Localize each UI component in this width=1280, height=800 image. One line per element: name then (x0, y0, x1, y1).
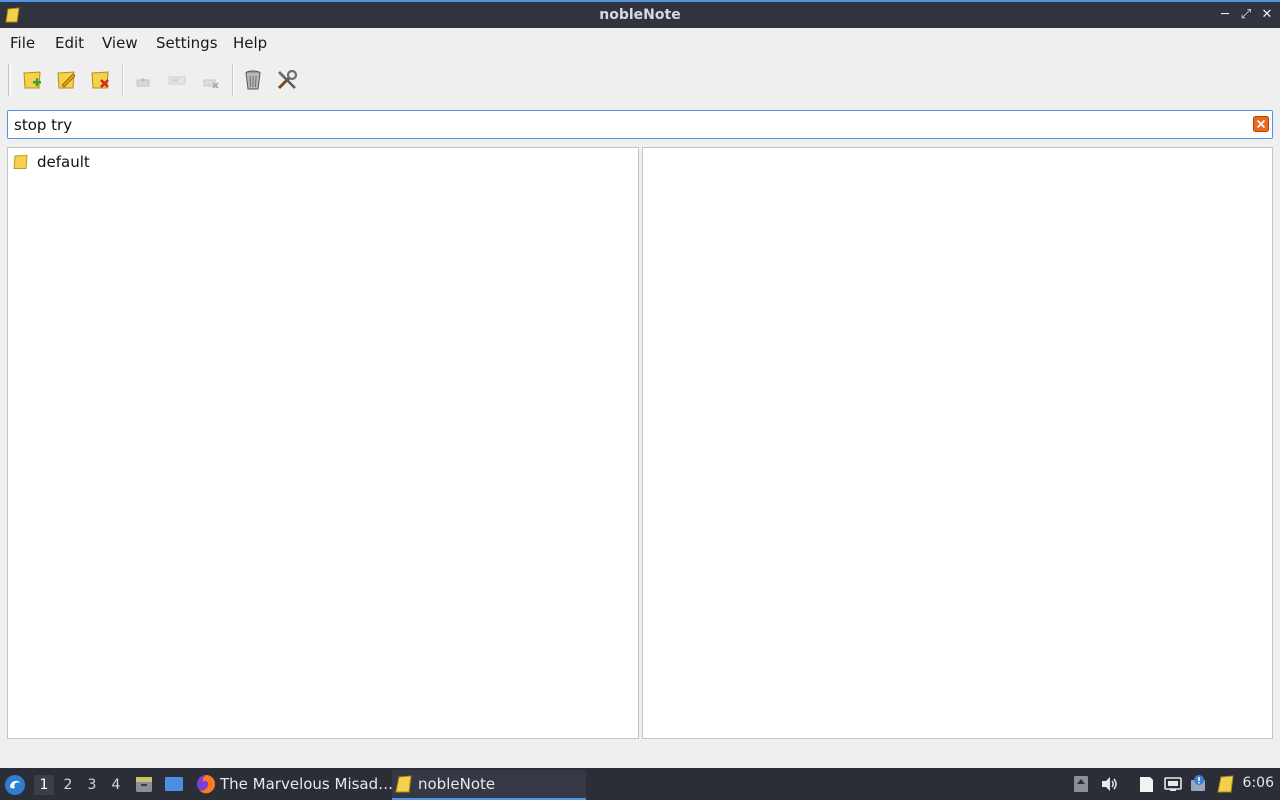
menu-settings[interactable]: Settings (154, 34, 220, 52)
search-input[interactable] (14, 115, 1234, 135)
folder-item-default[interactable]: default (12, 152, 312, 172)
trash-button[interactable] (238, 65, 268, 95)
clipboard-icon[interactable] (1071, 774, 1091, 794)
rename-folder-button[interactable] (52, 65, 82, 95)
toolbar-separator (232, 64, 234, 96)
task-firefox[interactable]: The Marvelous Misad… (194, 770, 393, 798)
start-menu-icon[interactable] (4, 774, 26, 796)
maximize-button[interactable]: ⤢ (1236, 5, 1256, 25)
workspace-1[interactable]: 1 (34, 775, 54, 795)
clock[interactable]: 6:06 (1243, 775, 1274, 791)
note-app-icon (395, 775, 412, 793)
taskbar: 1 2 3 4 The Marvelous Misad… nobleNote 6… (0, 768, 1280, 800)
new-folder-button[interactable] (18, 65, 48, 95)
menu-help[interactable]: Help (231, 34, 269, 52)
task-label: The Marvelous Misad… (220, 775, 394, 793)
preferences-button[interactable] (272, 65, 302, 95)
close-button[interactable]: ✕ (1257, 5, 1277, 25)
menu-file[interactable]: File (8, 34, 37, 52)
search-box[interactable] (7, 110, 1273, 139)
delete-note-icon (203, 79, 219, 89)
minimize-button[interactable]: ─ (1215, 5, 1235, 25)
rename-note-icon (168, 76, 186, 85)
toolbar (0, 60, 1280, 102)
folder-tree-pane[interactable]: default (7, 147, 639, 739)
show-desktop-icon[interactable] (164, 774, 184, 794)
delete-note-button[interactable] (196, 65, 226, 95)
workspace-4[interactable]: 4 (106, 775, 126, 795)
new-note-icon (136, 78, 150, 87)
notes-tray-icon[interactable] (1136, 774, 1156, 794)
rename-folder-icon (57, 71, 76, 89)
menu-edit[interactable]: Edit (53, 34, 86, 52)
workspace-2[interactable]: 2 (58, 775, 78, 795)
clear-search-icon[interactable] (1253, 116, 1269, 132)
toolbar-separator (122, 64, 124, 96)
folder-label: default (37, 153, 90, 171)
tools-icon (277, 69, 298, 90)
network-icon[interactable] (1163, 774, 1183, 794)
file-manager-icon[interactable] (134, 774, 154, 794)
rename-note-button[interactable] (162, 65, 192, 95)
note-app-icon[interactable] (1216, 774, 1236, 794)
new-note-button[interactable] (128, 65, 158, 95)
folder-icon (13, 154, 28, 169)
window-title: nobleNote (599, 7, 681, 23)
notification-icon[interactable] (1189, 774, 1209, 794)
trash-icon (245, 70, 261, 90)
menu-bar: File Edit View Settings Help (0, 28, 1280, 58)
task-label: nobleNote (418, 775, 496, 793)
note-list-pane[interactable] (642, 147, 1273, 739)
task-noblenote[interactable]: nobleNote (392, 770, 586, 800)
firefox-icon (197, 775, 216, 794)
workspace-3[interactable]: 3 (82, 775, 102, 795)
menu-view[interactable]: View (100, 34, 140, 52)
new-folder-icon (23, 71, 41, 89)
delete-folder-button[interactable] (86, 65, 116, 95)
volume-icon[interactable] (1099, 774, 1119, 794)
delete-folder-icon (91, 71, 109, 89)
title-bar: nobleNote ─ ⤢ ✕ (0, 0, 1280, 28)
toolbar-handle[interactable] (8, 64, 11, 96)
